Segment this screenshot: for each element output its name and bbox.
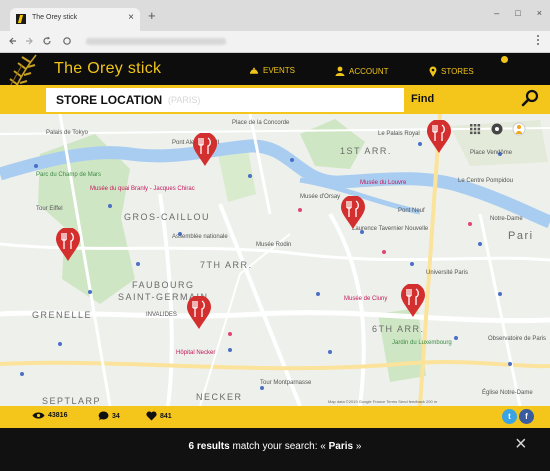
district-label: 7TH ARR. [200, 260, 253, 270]
grid-view-icon[interactable] [468, 122, 482, 136]
comments-stat: 34 [98, 411, 120, 421]
map-label: Notre-Dame [490, 216, 523, 222]
likes-count: 841 [160, 412, 172, 420]
results-count: 6 results [188, 441, 230, 452]
map-label: Musée Rodin [256, 242, 292, 248]
address-bar [0, 31, 550, 53]
brand-title[interactable]: The Orey stick [54, 60, 161, 78]
store-location-label: STORE LOCATION [56, 93, 163, 107]
nav-stores[interactable]: STORES [429, 66, 474, 77]
forward-arrow-icon[interactable] [24, 35, 34, 47]
map-label: Musée du Louvre [360, 180, 407, 186]
store-pin-icon[interactable] [426, 120, 452, 154]
nav-events-label: EVENTS [263, 66, 296, 75]
twitter-icon[interactable]: t [502, 409, 517, 424]
user-icon [335, 66, 345, 76]
views-stat: 43816 [32, 411, 67, 420]
eye-icon [32, 412, 45, 419]
map-label: Université Paris [426, 270, 469, 276]
my-location-icon[interactable] [490, 122, 504, 136]
back-arrow-icon[interactable] [8, 35, 18, 47]
street-view-icon[interactable] [512, 122, 526, 136]
comments-count: 34 [112, 412, 120, 420]
map-label: Hôpital Necker [176, 350, 216, 356]
district-label: 6TH ARR. [372, 324, 425, 334]
map-label: INVALIDES [146, 312, 177, 318]
tab-title: The Orey stick [32, 14, 78, 21]
find-button[interactable]: Find [411, 93, 434, 105]
map-label: Observatoire de Paris [488, 336, 547, 342]
district-label: FAUBOURG [132, 280, 195, 290]
district-label: GROS-CAILLOU [124, 212, 211, 222]
nav-stores-label: STORES [441, 67, 474, 76]
results-end-text: » [355, 441, 362, 452]
store-map[interactable]: Palais de Tokyo Place de la Concorde Le … [0, 114, 550, 406]
comment-icon [98, 411, 109, 421]
results-query: Paris [328, 441, 354, 452]
stats-bar [0, 406, 550, 428]
map-label: Tour Eiffel [36, 206, 63, 212]
window-controls: – □ × [494, 8, 542, 18]
close-window-button[interactable]: × [537, 8, 542, 18]
map-label: Tour Montparnasse [260, 380, 312, 386]
district-label: GRENELLE [32, 310, 93, 320]
nav-events[interactable]: EVENTS [249, 66, 295, 75]
map-label: Assemblée nationale [172, 234, 228, 240]
browser-tab[interactable]: The Orey stick × [10, 8, 140, 31]
browser-tabbar: The Orey stick × + – □ × [0, 0, 550, 31]
nav-account-label: ACCOUNT [349, 66, 389, 76]
map-label: Musée de Cluny [344, 296, 388, 302]
site-favicon-icon [16, 14, 26, 24]
map-label: Palais de Tokyo [46, 130, 88, 136]
store-pin-icon[interactable] [340, 196, 366, 230]
map-label: Le Palais Royal [378, 131, 420, 137]
nav-account[interactable]: ACCOUNT [335, 66, 389, 76]
location-pin-icon [429, 66, 437, 77]
map-attribution[interactable]: Map data ©2019 Google France Terms Send … [328, 399, 437, 404]
likes-stat: 841 [146, 411, 172, 421]
tab-close-icon[interactable]: × [128, 12, 134, 23]
map-label: Le Centre Pompidou [458, 178, 514, 184]
magnifier-icon[interactable] [520, 88, 540, 108]
header-indicator-icon [501, 56, 508, 63]
results-summary: 6 results match your search: « Paris » [0, 441, 550, 452]
minimize-button[interactable]: – [494, 8, 499, 18]
store-location-input[interactable] [168, 92, 368, 108]
store-pin-icon[interactable] [55, 228, 81, 262]
browser-menu-icon[interactable] [536, 34, 540, 46]
map-label: Musée d'Orsay [300, 194, 341, 200]
close-results-button[interactable]: × [515, 434, 527, 454]
heart-icon [146, 411, 157, 421]
site-info-icon[interactable] [62, 35, 72, 47]
map-label: Place de la Concorde [232, 120, 290, 126]
map-label: Musée du quai Branly - Jacques Chirac [90, 186, 195, 192]
store-pin-icon[interactable] [400, 284, 426, 318]
url-field[interactable] [86, 38, 226, 45]
map-label: Place Vendôme [470, 150, 513, 156]
new-tab-button[interactable]: + [148, 9, 156, 22]
reload-icon[interactable] [42, 35, 52, 47]
results-middle-text: match your search: « [229, 441, 326, 452]
views-count: 43816 [48, 412, 68, 419]
facebook-icon[interactable]: f [519, 409, 534, 424]
district-label: Pari [508, 230, 534, 242]
map-label: Parc du Champ de Mars [36, 172, 102, 178]
map-canvas [0, 114, 550, 406]
maximize-button[interactable]: □ [515, 8, 520, 18]
map-label: Église Notre-Dame [482, 390, 533, 396]
district-label: 1ST ARR. [340, 146, 392, 156]
district-label: NECKER [196, 392, 243, 402]
store-pin-icon[interactable] [186, 296, 212, 330]
district-label: SEPTLARP [42, 396, 102, 406]
map-label: Pont Neuf [398, 208, 425, 214]
map-label: Jardin du Luxembourg [392, 340, 452, 346]
dish-icon [250, 67, 258, 74]
store-pin-icon[interactable] [192, 133, 218, 167]
